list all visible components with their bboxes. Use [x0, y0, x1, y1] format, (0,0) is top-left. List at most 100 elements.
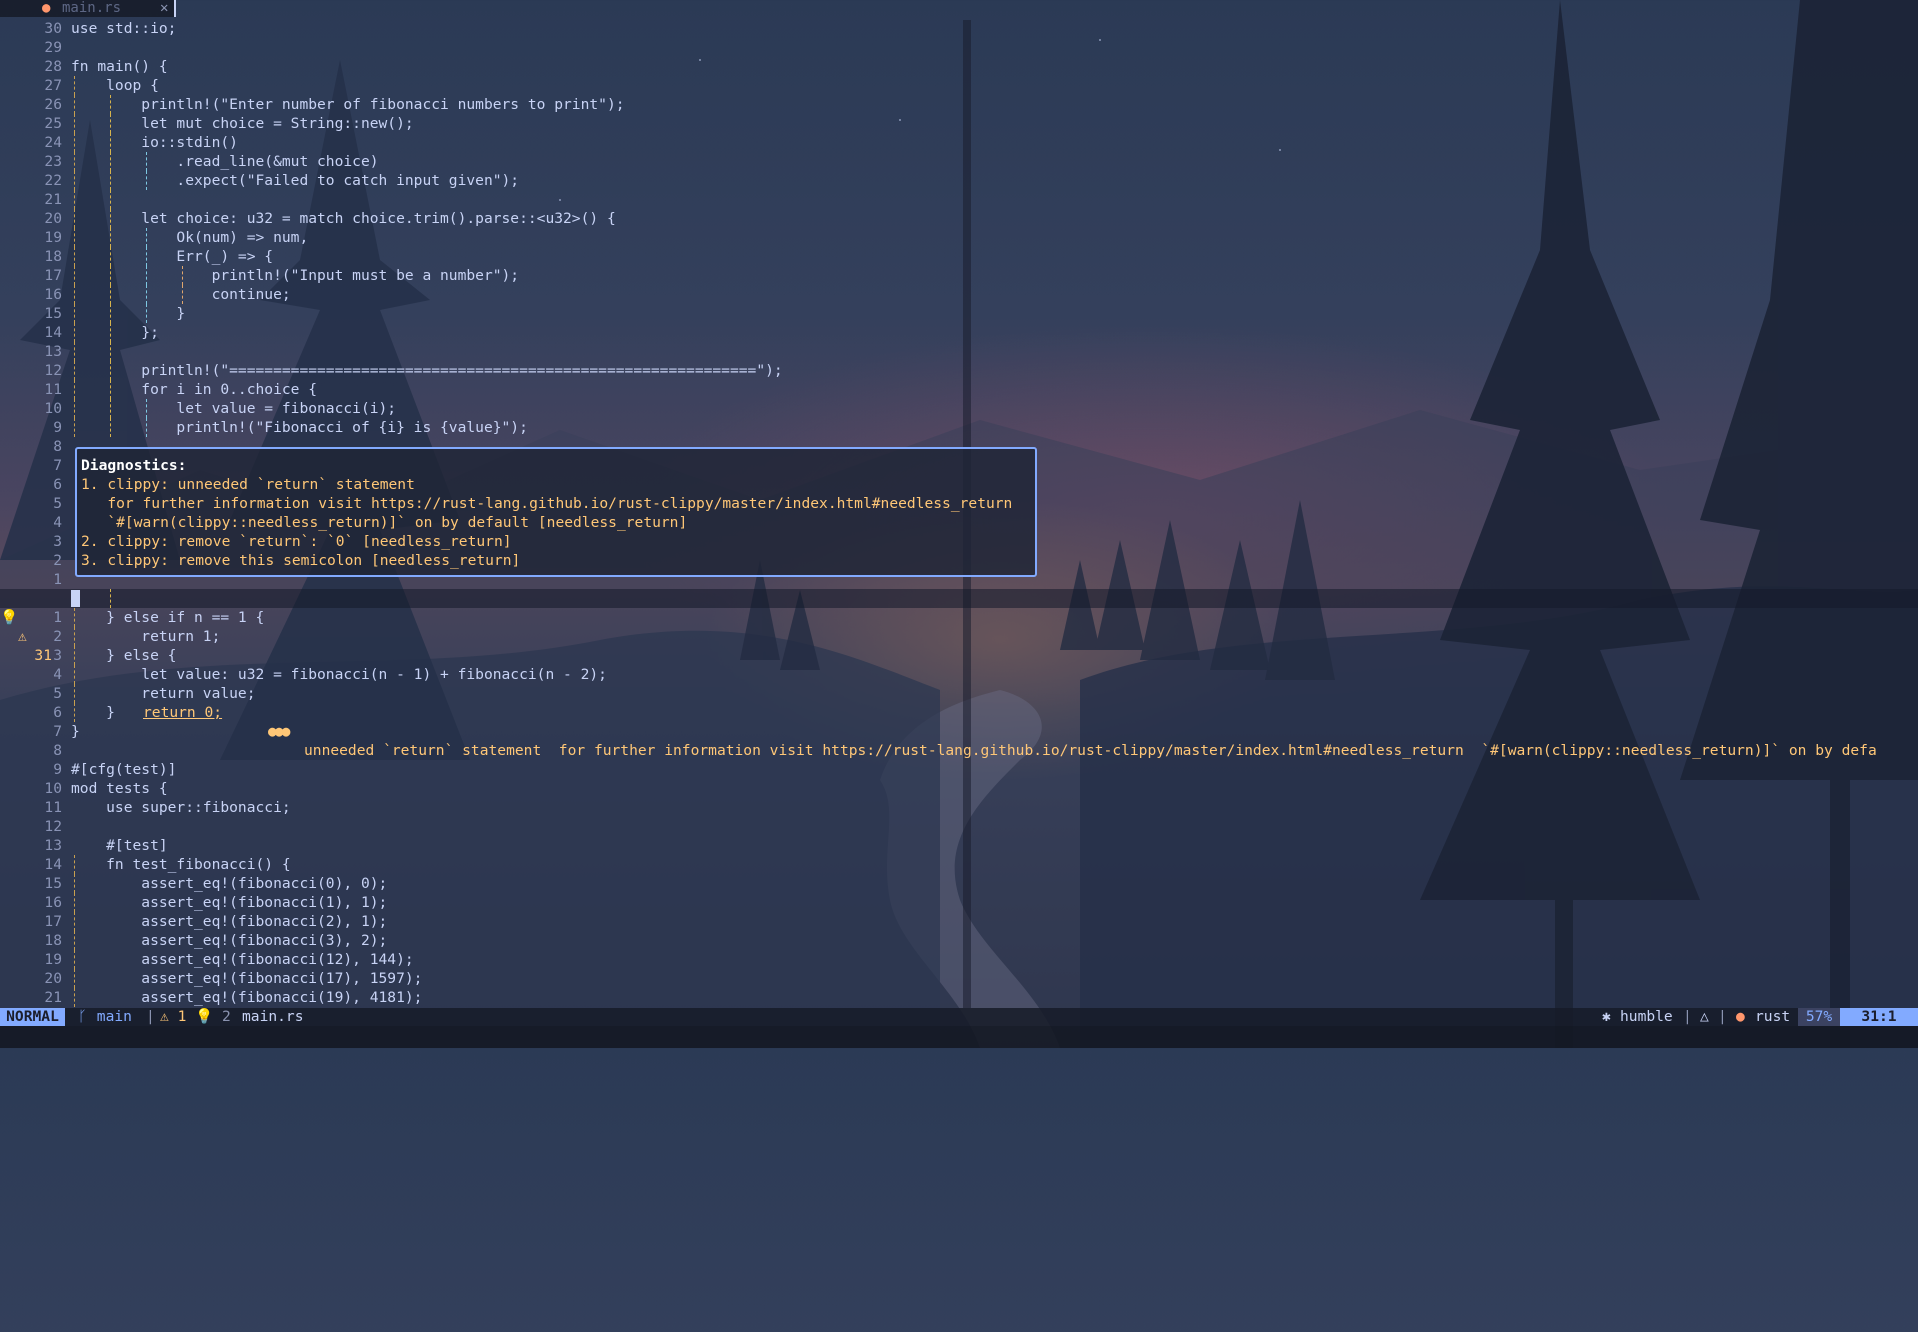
line-number: 12 [44, 362, 62, 379]
code-line[interactable]: 4 let value: u32 = fibonacci(n - 1) + fi… [0, 665, 1918, 684]
line-number: 2 [53, 628, 62, 645]
code-line[interactable]: 17 assert_eq!(fibonacci(2), 1); [0, 912, 1918, 931]
code-line[interactable]: 8 [0, 741, 1918, 760]
line-number: 7 [53, 723, 62, 740]
separator: | [1718, 1008, 1727, 1025]
code-line[interactable]: 18 Err(_) => { [0, 247, 1918, 266]
linux-icon: △ [1700, 1008, 1709, 1025]
line-number: 27 [44, 77, 62, 94]
code-line[interactable]: 3 } else { [0, 646, 1918, 665]
code-line[interactable]: 1 } else if n == 1 { [0, 608, 1918, 627]
code-text: println!("Input must be a number"); [71, 267, 520, 284]
line-number: 4 [53, 666, 62, 683]
line-number: 21 [44, 989, 62, 1006]
code-line[interactable]: 18 assert_eq!(fibonacci(3), 2); [0, 931, 1918, 950]
code-line[interactable]: 23 .read_line(&mut choice) [0, 152, 1918, 171]
diagnostics-popup[interactable]: Diagnostics: 1. clippy: unneeded `return… [75, 447, 1037, 577]
code-text: mod tests { [71, 780, 168, 797]
indent-guide [74, 342, 75, 361]
code-line[interactable]: 26 println!("Enter number of fibonacci n… [0, 95, 1918, 114]
diagnostic-item: `#[warn(clippy::needless_return)]` on by… [81, 514, 688, 531]
line-number: 14 [44, 856, 62, 873]
code-line[interactable]: 6 } [0, 703, 1918, 722]
line-number: 1 [53, 609, 62, 626]
diagnostic-item: 3. clippy: remove this semicolon [needle… [81, 552, 521, 569]
current-code-line[interactable]: 💡 ⚠ 31 return 0; ●●● unneeded `return` s… [0, 589, 1918, 759]
code-line[interactable]: 2 return 1; [0, 627, 1918, 646]
code-line[interactable]: 19 Ok(num) => num, [0, 228, 1918, 247]
ros-icon: ✱ [1602, 1008, 1611, 1025]
code-line[interactable]: 9 #[cfg(test)] [0, 760, 1918, 779]
code-line[interactable]: 12 [0, 817, 1918, 836]
mode-indicator: NORMAL [0, 1008, 65, 1026]
tabline: ● main.rs ✕ [0, 0, 1918, 19]
code-text: fn main() { [71, 58, 168, 75]
indent-guide [74, 190, 75, 209]
code-line[interactable]: 20 let choice: u32 = match choice.trim()… [0, 209, 1918, 228]
code-line[interactable]: 10 mod tests { [0, 779, 1918, 798]
line-number: 15 [44, 875, 62, 892]
text-cursor [71, 590, 80, 607]
warning-count[interactable]: ⚠ 1 [160, 1008, 186, 1026]
code-text: io::stdin() [71, 134, 238, 151]
diagnostic-item[interactable]: for further information visit https://ru… [81, 494, 1012, 513]
code-line[interactable]: 15 } [0, 304, 1918, 323]
diagnostic-item: 2. clippy: remove `return`: `0` [needles… [81, 533, 512, 550]
code-line[interactable]: 13 #[test] [0, 836, 1918, 855]
code-line[interactable]: 7} [0, 722, 1918, 741]
code-line[interactable]: 19 assert_eq!(fibonacci(12), 144); [0, 950, 1918, 969]
code-text: } [71, 723, 80, 740]
code-line[interactable]: 16 assert_eq!(fibonacci(1), 1); [0, 893, 1918, 912]
code-text: for i in 0..choice { [71, 381, 318, 398]
code-line[interactable]: 12 println!("===========================… [0, 361, 1918, 380]
code-line[interactable]: 11 use super::fibonacci; [0, 798, 1918, 817]
code-line[interactable]: 16 continue; [0, 285, 1918, 304]
hint-count[interactable]: 💡 2 [195, 1008, 231, 1026]
line-number: 21 [44, 191, 62, 208]
line-number: 10 [44, 400, 62, 417]
code-line[interactable]: 9 println!("Fibonacci of {i} is {value}"… [0, 418, 1918, 437]
code-text: fn test_fibonacci() { [71, 856, 291, 873]
code-text: assert_eq!(fibonacci(17), 1597); [71, 970, 423, 987]
code-line[interactable]: 15 assert_eq!(fibonacci(0), 0); [0, 874, 1918, 893]
line-number: 19 [44, 229, 62, 246]
line-number: 18 [44, 932, 62, 949]
line-number: 16 [44, 286, 62, 303]
code-line[interactable]: 27 loop { [0, 76, 1918, 95]
line-number: 20 [44, 210, 62, 227]
file-name[interactable]: main.rs [242, 1008, 304, 1026]
code-line[interactable]: 22 .expect("Failed to catch input given"… [0, 171, 1918, 190]
code-line[interactable]: 14 }; [0, 323, 1918, 342]
code-text: println!("Fibonacci of {i} is {value}"); [71, 419, 528, 436]
code-line[interactable]: 14 fn test_fibonacci() { [0, 855, 1918, 874]
code-line[interactable]: 30 use std::io; [0, 19, 1918, 38]
code-line[interactable]: 29 [0, 38, 1918, 57]
code-text: Ok(num) => num, [71, 229, 309, 246]
code-line[interactable]: 20 assert_eq!(fibonacci(17), 1597); [0, 969, 1918, 988]
code-text: .expect("Failed to catch input given"); [71, 172, 520, 189]
indent-guide [110, 589, 111, 608]
line-number: 19 [44, 951, 62, 968]
code-line[interactable]: 10 let value = fibonacci(i); [0, 399, 1918, 418]
code-line[interactable]: 21 [0, 190, 1918, 209]
code-line[interactable]: 5 return value; [0, 684, 1918, 703]
git-branch[interactable]: main [88, 1008, 132, 1026]
code-line[interactable]: 11 for i in 0..choice { [0, 380, 1918, 399]
line-number: 22 [44, 172, 62, 189]
separator: | [146, 1008, 155, 1025]
line-number: 26 [44, 96, 62, 113]
code-line[interactable]: 28 fn main() { [0, 57, 1918, 76]
editor-window[interactable]: ● main.rs ✕ 30 use std::io; 29 28 fn main(… [0, 0, 1918, 1008]
line-number: 28 [44, 58, 62, 75]
code-line[interactable]: 13 [0, 342, 1918, 361]
code-line[interactable]: 25 let mut choice = String::new(); [0, 114, 1918, 133]
code-line[interactable]: 17 println!("Input must be a number"); [0, 266, 1918, 285]
line-number: 9 [53, 761, 62, 778]
close-icon[interactable]: ✕ [160, 0, 168, 17]
code-line[interactable]: 24 io::stdin() [0, 133, 1918, 152]
code-text: .read_line(&mut choice) [71, 153, 379, 170]
command-line[interactable] [0, 1026, 1918, 1048]
tab-main-rs[interactable]: ● main.rs ✕ [0, 0, 176, 17]
code-line[interactable]: 21 assert_eq!(fibonacci(19), 4181); [0, 988, 1918, 1007]
line-number: 10 [44, 780, 62, 797]
